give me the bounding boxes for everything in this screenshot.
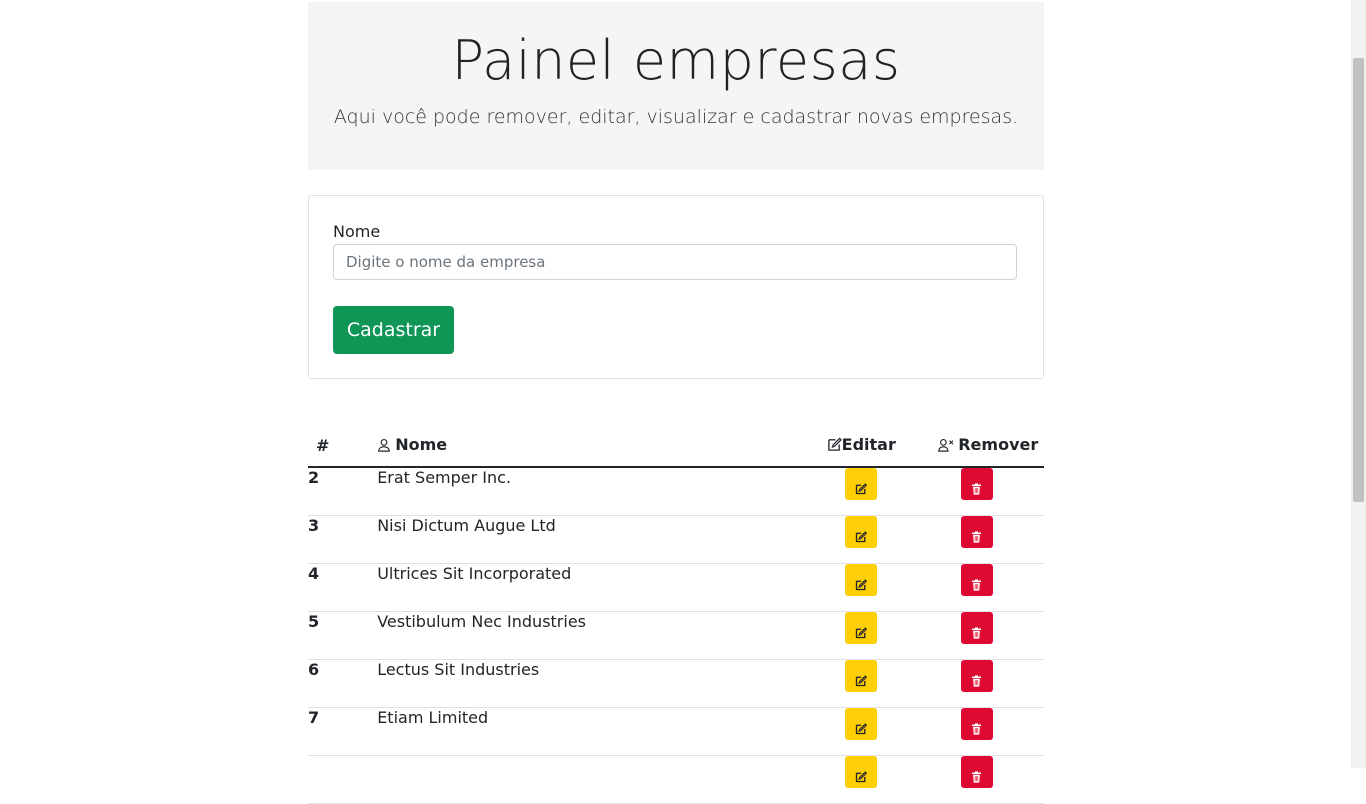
row-company-name: Vestibulum Nec Industries bbox=[377, 611, 790, 660]
page-subtitle: Aqui você pode remover, editar, visualiz… bbox=[333, 106, 1019, 128]
row-id: 7 bbox=[308, 707, 378, 756]
row-remove-cell bbox=[932, 611, 1044, 660]
row-id: 2 bbox=[308, 467, 378, 516]
header-edit: Editar bbox=[789, 424, 933, 468]
pencil-square-icon bbox=[827, 437, 842, 456]
table-row: 7 Etiam Limited bbox=[308, 707, 1044, 756]
header-name: Nome bbox=[377, 424, 790, 468]
trash-icon bbox=[961, 626, 993, 639]
register-button[interactable]: Cadastrar bbox=[333, 306, 454, 354]
row-remove-cell bbox=[932, 755, 1044, 804]
pencil-square-icon bbox=[845, 578, 877, 591]
row-edit-cell bbox=[789, 659, 933, 708]
table-header-row: # Nome Editar Remover bbox=[308, 424, 1044, 468]
edit-button[interactable] bbox=[845, 564, 878, 596]
row-edit-cell bbox=[789, 467, 933, 516]
edit-button[interactable] bbox=[845, 516, 878, 548]
person-icon bbox=[377, 437, 391, 456]
row-id: 4 bbox=[308, 563, 378, 612]
trash-icon bbox=[961, 722, 993, 735]
company-form-card: Nome Cadastrar bbox=[308, 195, 1044, 379]
remove-button[interactable] bbox=[960, 756, 993, 788]
page-scrollbar[interactable] bbox=[1351, 0, 1366, 768]
edit-button[interactable] bbox=[845, 468, 878, 500]
companies-table: # Nome Editar Remover 2 Erat Semper Inc.… bbox=[308, 424, 1044, 804]
header-name-label: Nome bbox=[395, 434, 448, 454]
pencil-square-icon bbox=[845, 530, 877, 543]
edit-button[interactable] bbox=[845, 756, 878, 788]
header-remove-label: Remover bbox=[958, 434, 1039, 454]
row-remove-cell bbox=[932, 563, 1044, 612]
trash-icon bbox=[961, 578, 993, 591]
trash-icon bbox=[961, 530, 993, 543]
header-remove: Remover bbox=[932, 424, 1044, 468]
edit-button[interactable] bbox=[845, 708, 878, 740]
row-company-name: Erat Semper Inc. bbox=[377, 467, 790, 516]
row-edit-cell bbox=[789, 755, 933, 804]
company-name-input[interactable] bbox=[333, 244, 1017, 280]
row-id: 6 bbox=[308, 659, 378, 708]
row-company-name: Nisi Dictum Augue Ltd bbox=[377, 515, 790, 564]
remove-button[interactable] bbox=[960, 660, 993, 692]
row-id bbox=[308, 755, 378, 804]
edit-button[interactable] bbox=[845, 660, 878, 692]
header-id: # bbox=[308, 424, 378, 468]
remove-button[interactable] bbox=[960, 468, 993, 500]
edit-button[interactable] bbox=[845, 612, 878, 644]
row-remove-cell bbox=[932, 659, 1044, 708]
name-label: Nome bbox=[333, 222, 381, 241]
row-remove-cell bbox=[932, 467, 1044, 516]
table-row: 4 Ultrices Sit Incorporated bbox=[308, 563, 1044, 612]
row-edit-cell bbox=[789, 707, 933, 756]
table-row: 6 Lectus Sit Industries bbox=[308, 659, 1044, 708]
pencil-square-icon bbox=[845, 770, 877, 783]
trash-icon bbox=[961, 674, 993, 687]
trash-icon bbox=[961, 482, 993, 495]
row-company-name: Ultrices Sit Incorporated bbox=[377, 563, 790, 612]
remove-button[interactable] bbox=[960, 708, 993, 740]
row-remove-cell bbox=[932, 515, 1044, 564]
table-row bbox=[308, 755, 1044, 804]
scrollbar-thumb[interactable] bbox=[1353, 58, 1364, 502]
table-row: 5 Vestibulum Nec Industries bbox=[308, 611, 1044, 660]
remove-button[interactable] bbox=[960, 516, 993, 548]
row-remove-cell bbox=[932, 707, 1044, 756]
row-company-name bbox=[377, 755, 790, 804]
pencil-square-icon bbox=[845, 626, 877, 639]
remove-button[interactable] bbox=[960, 612, 993, 644]
row-company-name: Etiam Limited bbox=[377, 707, 790, 756]
row-edit-cell bbox=[789, 611, 933, 660]
pencil-square-icon bbox=[845, 722, 877, 735]
row-edit-cell bbox=[789, 515, 933, 564]
pencil-square-icon bbox=[845, 482, 877, 495]
row-edit-cell bbox=[789, 563, 933, 612]
row-company-name: Lectus Sit Industries bbox=[377, 659, 790, 708]
page-title: Painel empresas bbox=[451, 29, 901, 92]
person-x-icon bbox=[938, 437, 954, 456]
table-row: 2 Erat Semper Inc. bbox=[308, 467, 1044, 516]
table-row: 3 Nisi Dictum Augue Ltd bbox=[308, 515, 1044, 564]
trash-icon bbox=[961, 770, 993, 783]
row-id: 3 bbox=[308, 515, 378, 564]
row-id: 5 bbox=[308, 611, 378, 660]
pencil-square-icon bbox=[845, 674, 877, 687]
table-body: 2 Erat Semper Inc. 3 Nisi Dictum Augue Ltd 4… bbox=[308, 467, 1044, 804]
remove-button[interactable] bbox=[960, 564, 993, 596]
jumbotron: Painel empresas Aqui você pode remover, … bbox=[308, 2, 1044, 170]
header-edit-label: Editar bbox=[841, 434, 896, 454]
